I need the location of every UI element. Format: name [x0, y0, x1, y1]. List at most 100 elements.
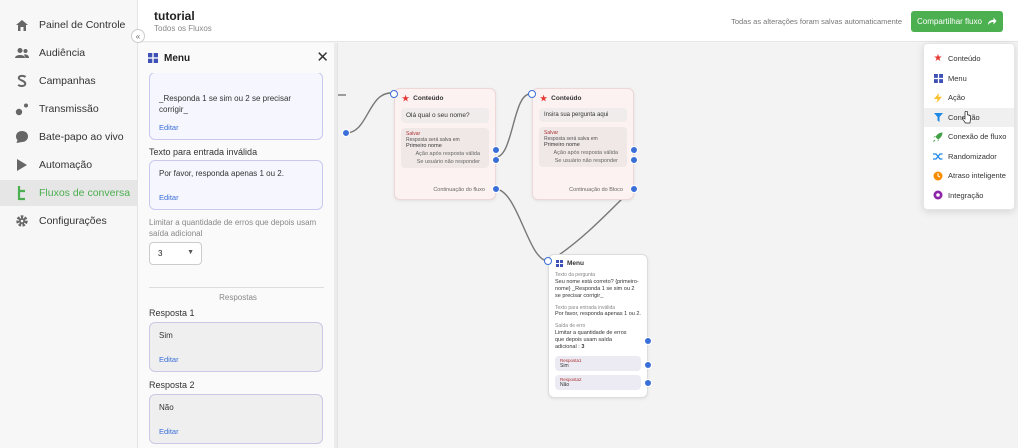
- response-2-port[interactable]: [644, 379, 652, 387]
- sidebar-item-campaigns[interactable]: Campanhas: [0, 68, 137, 94]
- gear-icon: [14, 213, 30, 229]
- node-title: Conteúdo: [551, 95, 582, 102]
- menu-item-label: Ação: [948, 93, 966, 103]
- add-block-dropdown: ★ Conteúdo Menu Ação Condição Conexão de…: [923, 43, 1015, 210]
- header: tutorial Todos os Fluxos Todas as altera…: [138, 0, 1018, 42]
- sidebar-item-label: Fluxos de conversa: [39, 187, 131, 199]
- users-icon: [14, 45, 30, 61]
- edit-link[interactable]: Editar: [159, 355, 179, 364]
- node-header: ★ Conteúdo: [533, 89, 633, 108]
- response-1-box[interactable]: Sim Editar: [149, 322, 323, 372]
- star-icon: ★: [402, 94, 410, 103]
- response-value: Não: [560, 382, 570, 388]
- node-message: Insira sua pergunta aqui: [539, 108, 627, 122]
- question-text: _Responda 1 se sim ou 2 se precisar corr…: [159, 94, 292, 114]
- sidebar-item-settings[interactable]: Configurações: [0, 208, 137, 234]
- save-status: Todas as alterações foram salvas automat…: [731, 17, 902, 26]
- sidebar-item-automation[interactable]: Automação: [0, 152, 137, 178]
- entry-port[interactable]: [342, 129, 350, 137]
- edit-link[interactable]: Editar: [159, 427, 179, 436]
- edit-link[interactable]: Editar: [159, 193, 179, 202]
- question-text-box[interactable]: _Responda 1 se sim ou 2 se precisar corr…: [149, 72, 323, 140]
- content-node-1[interactable]: ★ Conteúdo Olá qual o seu nome? Salvar R…: [394, 88, 496, 200]
- invalid-input-label: Texto para entrada inválida: [149, 147, 258, 157]
- grid-icon: [148, 53, 158, 63]
- error-label: Saída de erro: [555, 323, 586, 329]
- divider: [149, 287, 324, 288]
- breadcrumb[interactable]: Todos os Fluxos: [154, 24, 212, 33]
- sidebar-item-conversation-flows[interactable]: Fluxos de conversa: [0, 180, 137, 206]
- share-flow-button[interactable]: Compartilhar fluxo: [911, 11, 1003, 32]
- node-input-port[interactable]: [528, 90, 536, 98]
- question-label: Texto da pergunta: [555, 272, 596, 278]
- node-message: Olá qual o seu nome?: [401, 108, 489, 123]
- invalid-text: Por favor, responda apenas 1 ou 2.: [555, 311, 641, 317]
- valid-output-port[interactable]: [630, 146, 638, 154]
- dollar-icon: [14, 73, 30, 89]
- play-icon: [14, 157, 30, 173]
- share-button-label: Compartilhar fluxo: [917, 17, 982, 26]
- response-item-2: Resposta2 Não: [555, 375, 641, 390]
- sidebar-item-live-chat[interactable]: Bate-papo ao vivo: [0, 124, 137, 150]
- error-output-port[interactable]: [644, 337, 652, 345]
- invalid-output-port[interactable]: [492, 156, 500, 164]
- menu-item-label: Conexão de fluxo: [948, 132, 1007, 142]
- sidebar-item-audience[interactable]: Audiência: [0, 40, 137, 66]
- save-field: Primeiro nome: [544, 142, 580, 148]
- sidebar-item-dashboard[interactable]: Painel de Controle: [0, 12, 137, 38]
- menu-editor-panel: _Responda 1 se sim ou 2 se precisar corr…: [138, 43, 338, 448]
- node-input-port[interactable]: [544, 257, 552, 265]
- star-icon: ★: [540, 94, 548, 103]
- menu-item-menu[interactable]: Menu: [924, 69, 1014, 89]
- continue-label: Continuação do Bloco: [569, 187, 623, 193]
- save-block: Salvar Resposta será salva em Primeiro n…: [401, 128, 489, 168]
- response-value: Sim: [560, 363, 569, 369]
- invalid-input-box[interactable]: Por favor, responda apenas 1 ou 2. Edita…: [149, 160, 323, 210]
- edit-link[interactable]: Editar: [159, 123, 179, 132]
- node-input-port[interactable]: [390, 90, 398, 98]
- response-1-port[interactable]: [644, 361, 652, 369]
- error-limit-select[interactable]: 3 ▼: [149, 242, 202, 265]
- valid-output-port[interactable]: [492, 146, 500, 154]
- menu-node[interactable]: Menu Texto da pergunta Seu nome está cor…: [548, 254, 648, 398]
- error-text-label: Limitar a quantidade de erros que depois…: [555, 330, 627, 350]
- menu-item-integration[interactable]: Integração: [924, 186, 1014, 206]
- invalid-output-port[interactable]: [630, 156, 638, 164]
- flow-canvas[interactable]: ★ Conteúdo Olá qual o seu nome? Salvar R…: [338, 43, 1018, 448]
- sidebar-item-label: Painel de Controle: [39, 19, 126, 31]
- chevron-down-icon: ▼: [187, 249, 194, 256]
- close-icon[interactable]: ✕: [316, 50, 329, 65]
- filter-icon: [933, 112, 943, 122]
- content-node-2[interactable]: ★ Conteúdo Insira sua pergunta aqui Salv…: [532, 88, 634, 200]
- panel-scrollbar[interactable]: [334, 43, 337, 448]
- menu-item-flow-connection[interactable]: Conexão de fluxo: [924, 127, 1014, 147]
- clock-icon: [933, 171, 943, 181]
- error-limit-value: 3: [158, 249, 163, 258]
- menu-item-label: Conteúdo: [948, 54, 981, 64]
- menu-item-smart-delay[interactable]: Atraso inteligente: [924, 166, 1014, 186]
- sidebar-item-label: Automação: [39, 159, 93, 171]
- response-item-1: Resposta1 Sim: [555, 356, 641, 371]
- menu-item-content[interactable]: ★ Conteúdo: [924, 49, 1014, 69]
- collapse-sidebar-button[interactable]: «: [131, 29, 145, 43]
- continue-output-port[interactable]: [492, 185, 500, 193]
- valid-action-label: Ação após resposta válida: [553, 150, 618, 156]
- menu-item-randomizer[interactable]: Randomizador: [924, 147, 1014, 167]
- node-title: Conteúdo: [413, 95, 444, 102]
- bolt-icon: [933, 92, 943, 103]
- sidebar-item-broadcast[interactable]: Transmissão: [0, 96, 137, 122]
- node-header: ★ Conteúdo: [395, 89, 495, 108]
- shuffle-icon: [933, 151, 943, 161]
- continue-output-port[interactable]: [630, 185, 638, 193]
- menu-item-label: Atraso inteligente: [948, 171, 1006, 181]
- sidebar-item-label: Transmissão: [39, 103, 99, 115]
- invalid-input-text: Por favor, responda apenas 1 ou 2.: [159, 169, 284, 178]
- sidebar-item-label: Campanhas: [39, 75, 96, 87]
- sidebar-item-label: Audiência: [39, 47, 86, 59]
- response-2-box[interactable]: Não Editar: [149, 394, 323, 444]
- flow-icon: [14, 185, 30, 201]
- save-block: Salvar Resposta será salva em Primeiro n…: [539, 127, 627, 167]
- home-icon: [14, 17, 30, 33]
- menu-item-action[interactable]: Ação: [924, 88, 1014, 108]
- continue-label: Continuação do fluxo: [433, 187, 485, 193]
